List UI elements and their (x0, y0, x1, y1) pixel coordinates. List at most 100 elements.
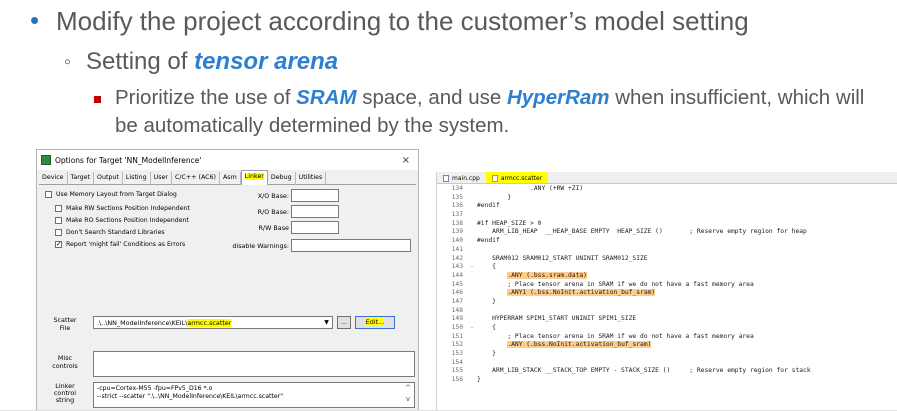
checkbox-box[interactable] (55, 229, 62, 236)
code-text: .ANY (+RW +ZI) (477, 185, 584, 192)
code-editor: main.cpp armcc.scatter 134 .ANY (+RW +ZI… (436, 172, 897, 411)
tab-main-cpp[interactable]: main.cpp (437, 172, 486, 183)
fold-icon (467, 202, 477, 211)
checkbox-box[interactable] (55, 205, 62, 212)
ro-base-label: R/O Base: (257, 208, 289, 216)
line-number: 147 (451, 297, 463, 305)
code-text: { (477, 324, 496, 331)
bullet2-text: Setting of tensor arena (86, 48, 339, 75)
code-text: .ANY (.bss.NoInit.activation_buf_sram) (477, 341, 652, 350)
code-line: 139 ARM_LIB_HEAP __HEAP_BASE EMPTY HEAP_… (437, 228, 897, 237)
line-number: 134 (451, 185, 463, 192)
code-text: ARM_LIB_HEAP __HEAP_BASE EMPTY HEAP_SIZE… (477, 228, 807, 236)
code-text: SRAM012 SRAM012_START UNINIT SRAM012_SIZ… (477, 254, 648, 262)
checkbox-box[interactable] (45, 191, 52, 198)
line-number: 136 (451, 202, 463, 210)
code-line: 140 #endif (437, 237, 897, 246)
fold-icon (467, 307, 477, 316)
dialog-title: Options for Target 'NN_ModelInference' (55, 155, 202, 165)
keil-app-icon (41, 155, 51, 165)
line-number: 141 (451, 245, 463, 253)
tab-listing[interactable]: Listing (123, 172, 151, 185)
bullet-square-icon (94, 96, 101, 103)
fold-icon (467, 359, 477, 368)
tab-asm[interactable]: Asm (220, 172, 241, 185)
code-line: 148 (437, 307, 897, 316)
code-line: 150- { (437, 324, 897, 333)
fold-icon (467, 228, 477, 237)
check-icon[interactable]: ✓ (55, 241, 62, 248)
fold-icon (467, 220, 477, 229)
checkbox-box[interactable] (55, 217, 62, 224)
line-number: 155 (451, 367, 463, 375)
tab-utilities[interactable]: Utilities (296, 172, 327, 185)
options-dialog: Options for Target 'NN_ModelInference' ×… (36, 149, 419, 411)
bullet1-text: Modify the project according to the cust… (56, 5, 749, 36)
browse-button[interactable]: ... (337, 316, 351, 329)
code-line: 145 ; Place tensor arena in SRAM if we d… (437, 281, 897, 290)
line-number: 146 (451, 289, 463, 297)
ro-position-independent-checkbox[interactable]: Make RO Sections Position Independent (55, 217, 189, 224)
scroll-down-icon[interactable]: v (404, 395, 412, 403)
bullet-level3: Prioritize the use of SRAM space, and us… (94, 84, 884, 140)
dont-search-libraries-checkbox[interactable]: Don't Search Standard Libraries (55, 229, 165, 236)
code-line: 135 } (437, 194, 897, 203)
rw-position-independent-checkbox[interactable]: Make RW Sections Position Independent (55, 205, 190, 212)
code-line: 136 #endif (437, 202, 897, 211)
ro-base-input[interactable] (291, 205, 339, 218)
scroll-up-icon[interactable]: ^ (404, 384, 412, 392)
code-line: 153 } (437, 350, 897, 359)
code-text: { (477, 263, 496, 271)
code-line: 155 ARM_LIB_STACK __STACK_TOP EMPTY - ST… (437, 367, 897, 376)
tab-device[interactable]: Device (39, 172, 68, 185)
line-number: 145 (451, 280, 463, 288)
rw-base-input[interactable] (291, 221, 339, 234)
bullet-level1: • Modify the project according to the cu… (30, 0, 749, 42)
disable-warnings-label: disable Warnings: (232, 242, 289, 250)
misc-controls-label: Misc controls (52, 354, 78, 370)
tab-armcc-scatter[interactable]: armcc.scatter (485, 172, 549, 183)
tab-output[interactable]: Output (94, 172, 123, 185)
use-memory-layout-checkbox[interactable]: Use Memory Layout from Target Dialog (45, 191, 177, 198)
misc-controls-textarea[interactable] (93, 351, 415, 377)
line-number: 139 (451, 228, 463, 236)
fold-icon (467, 211, 477, 220)
code-line: 154 (437, 359, 897, 368)
bullet-level2: ◦ Setting of tensor arena (64, 42, 338, 82)
report-might-fail-checkbox[interactable]: ✓ Report 'might fail' Conditions as Erro… (55, 241, 185, 248)
code-line: 143- { (437, 263, 897, 272)
tab-user[interactable]: User (151, 172, 173, 185)
fold-icon[interactable]: - (467, 263, 477, 272)
code-line: 147 } (437, 298, 897, 307)
fold-icon (467, 333, 477, 342)
fold-icon (467, 281, 477, 290)
code-line: 141 (437, 246, 897, 255)
linker-panel: Use Memory Layout from Target Dialog Mak… (39, 186, 416, 408)
xo-base-input[interactable] (291, 189, 339, 202)
line-number: 150 (451, 324, 463, 331)
code-line: 134 .ANY (+RW +ZI) (437, 185, 897, 194)
tab-cpp[interactable]: C/C++ (AC6) (172, 172, 220, 185)
code-line: 146 .ANY1 (.bss.NoInit.activation_buf_sr… (437, 289, 897, 298)
edit-scatter-button[interactable]: Edit... (355, 316, 395, 329)
line-number: 154 (451, 358, 463, 366)
fold-icon (467, 246, 477, 255)
bullet-dot-icon: • (30, 4, 40, 35)
chevron-down-icon[interactable]: ▼ (321, 317, 332, 328)
tab-debug[interactable]: Debug (268, 172, 296, 185)
fold-icon[interactable]: - (467, 324, 477, 333)
tab-target[interactable]: Target (68, 172, 95, 185)
code-area[interactable]: 134 .ANY (+RW +ZI) 135 } 136 #endif 137 138 #i… (437, 185, 897, 385)
highlighted-code: .ANY (.bss.sram.data) (507, 271, 587, 279)
disable-warnings-input[interactable] (291, 239, 411, 252)
linker-control-string-textarea: -cpu=Cortex-M55 -fpu=FPv5_D16 *.o --stri… (93, 382, 415, 408)
code-text: ; Place tensor arena in SRAM if we do no… (477, 332, 754, 340)
code-text: ; Place tensor arena in SRAM if we do no… (477, 280, 754, 288)
tab-linker[interactable]: Linker (240, 170, 268, 185)
close-icon[interactable]: × (402, 155, 410, 166)
scatter-file-input[interactable]: .\..\NN_ModelInference\KEIL\armcc.scatte… (93, 316, 333, 329)
dialog-tabs: Device Target Output Listing User C/C++ … (39, 170, 416, 185)
fold-icon (467, 298, 477, 307)
sram-emphasis: SRAM (296, 86, 357, 109)
scatter-file-label: Scatter File (53, 316, 77, 332)
